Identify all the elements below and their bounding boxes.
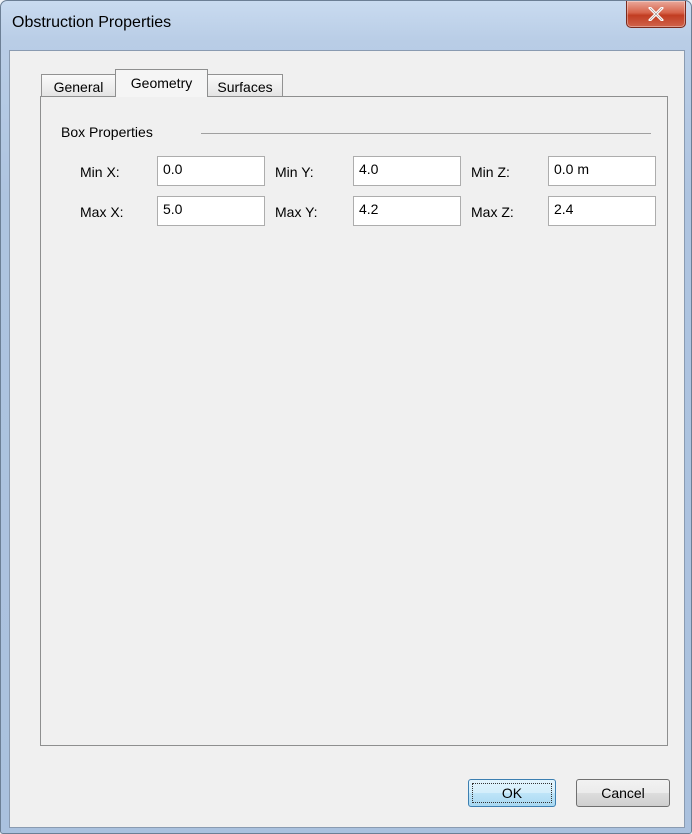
tab-general[interactable]: General xyxy=(41,74,116,96)
min-y-label: Min Y: xyxy=(275,164,314,180)
max-x-input[interactable]: 5.0 xyxy=(157,196,265,226)
cancel-button-label: Cancel xyxy=(601,785,645,801)
close-button[interactable] xyxy=(626,1,686,28)
min-x-label: Min X: xyxy=(80,164,120,180)
max-z-label: Max Z: xyxy=(471,204,514,220)
dialog-content: General Geometry Surfaces Box Properties… xyxy=(9,50,685,828)
window-title: Obstruction Properties xyxy=(12,14,172,31)
min-y-input[interactable]: 4.0 xyxy=(353,156,461,186)
ok-button[interactable]: OK xyxy=(468,779,556,807)
close-icon xyxy=(648,7,664,21)
cancel-button[interactable]: Cancel xyxy=(576,779,670,807)
max-y-input[interactable]: 4.2 xyxy=(353,196,461,226)
max-y-label: Max Y: xyxy=(275,204,318,220)
min-z-input[interactable]: 0.0 m xyxy=(548,156,656,186)
dialog-window: Obstruction Properties General Geometry … xyxy=(0,0,692,834)
tab-geometry[interactable]: Geometry xyxy=(115,69,208,97)
max-x-label: Max X: xyxy=(80,204,124,220)
tab-surfaces[interactable]: Surfaces xyxy=(207,74,283,96)
group-divider xyxy=(201,133,651,134)
min-z-label: Min Z: xyxy=(471,164,510,180)
title-bar[interactable]: Obstruction Properties xyxy=(1,1,691,49)
max-z-input[interactable]: 2.4 xyxy=(548,196,656,226)
box-properties-title: Box Properties xyxy=(61,124,161,140)
geometry-tab-panel: Box Properties Min X: 0.0 Min Y: 4.0 Min… xyxy=(40,96,668,746)
min-x-input[interactable]: 0.0 xyxy=(157,156,265,186)
focus-rectangle xyxy=(472,783,552,803)
